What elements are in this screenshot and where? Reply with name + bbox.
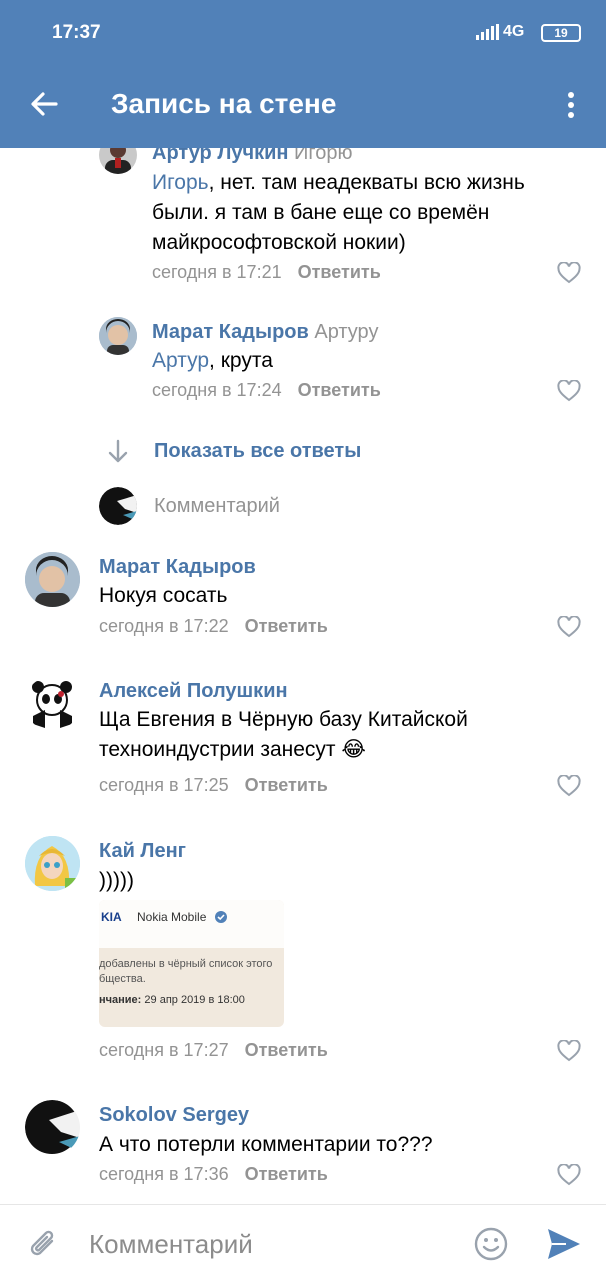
like-icon[interactable] <box>557 775 581 797</box>
status-time: 17:37 <box>52 22 101 43</box>
avatar[interactable] <box>25 1100 80 1155</box>
status-bar: 17:37 4G 19 <box>0 0 606 64</box>
attachment-line2: бщества. <box>99 973 146 985</box>
comment-time: сегодня в 17:36 <box>99 1164 229 1184</box>
emoji-icon[interactable] <box>474 1227 508 1261</box>
more-menu-icon[interactable] <box>560 90 582 120</box>
app-header: 17:37 4G 19 Запись на стене <box>0 0 606 148</box>
mention-link[interactable]: Артур <box>152 349 209 372</box>
like-icon[interactable] <box>557 1040 581 1062</box>
reply-button[interactable]: Ответить <box>245 775 328 795</box>
avatar[interactable] <box>99 148 137 174</box>
avatar[interactable] <box>25 676 80 731</box>
comment-author[interactable]: Sokolov Sergey <box>99 1104 249 1127</box>
comment-time: сегодня в 17:24 <box>152 380 282 400</box>
comment-meta: сегодня в 17:27 Ответить <box>99 1040 328 1061</box>
paperclip-icon[interactable] <box>26 1227 60 1263</box>
comment-author[interactable]: Алексей Полушкин <box>99 680 288 703</box>
reply-to-label: Артуру <box>314 321 379 343</box>
send-icon[interactable] <box>546 1227 582 1261</box>
comment-meta: сегодня в 17:21 Ответить <box>152 262 381 283</box>
back-arrow-icon[interactable] <box>28 88 60 120</box>
reply-button[interactable]: Ответить <box>245 1164 328 1184</box>
avatar[interactable] <box>25 836 80 891</box>
comment-text: Нокуя сосать <box>99 584 228 607</box>
mention-link[interactable]: Игорь <box>152 171 209 194</box>
like-icon[interactable] <box>557 616 581 638</box>
comment-input[interactable]: Комментарий <box>89 1229 253 1260</box>
attachment-until: нчание: 29 апр 2019 в 18:00 <box>99 994 245 1006</box>
show-all-replies-link[interactable]: Показать все ответы <box>154 440 361 463</box>
comment-composer: Комментарий <box>0 1204 606 1281</box>
like-icon[interactable] <box>557 262 581 284</box>
reply-button[interactable]: Ответить <box>245 616 328 636</box>
avatar[interactable] <box>25 552 80 607</box>
like-icon[interactable] <box>557 1164 581 1186</box>
network-type: 4G <box>503 23 525 40</box>
comment-author[interactable]: Артур Лучкин Игорю <box>152 148 353 165</box>
attachment-top: KIA Nokia Mobile <box>99 900 284 948</box>
reply-to-label: Игорю <box>294 148 353 164</box>
page-title: Запись на стене <box>111 88 337 119</box>
comment-text: ))))) <box>99 869 134 892</box>
comment-text: Артур, крута <box>152 349 273 372</box>
signal-icon <box>476 24 499 40</box>
reply-button[interactable]: Ответить <box>298 262 381 282</box>
reply-button[interactable]: Ответить <box>298 380 381 400</box>
comment-time: сегодня в 17:27 <box>99 1040 229 1060</box>
comment-author[interactable]: Марат Кадыров Артуру <box>152 321 378 344</box>
attachment-account: Nokia Mobile <box>137 910 207 924</box>
comment-text: Игорь, нет. там неадекваты всю жизнь был… <box>152 171 525 254</box>
comment-meta: сегодня в 17:25 Ответить <box>99 775 328 796</box>
comment-author[interactable]: Кай Ленг <box>99 840 186 863</box>
comment-time: сегодня в 17:25 <box>99 775 229 795</box>
thread-comment-input[interactable]: Комментарий <box>154 495 280 518</box>
comment-meta: сегодня в 17:24 Ответить <box>152 380 381 401</box>
comment-meta: сегодня в 17:36 Ответить <box>99 1164 328 1185</box>
comment-time: сегодня в 17:21 <box>152 262 282 282</box>
attachment-brand: KIA <box>101 910 122 924</box>
like-icon[interactable] <box>557 380 581 402</box>
arrow-down-icon <box>108 439 128 463</box>
comment-author[interactable]: Марат Кадыров <box>99 556 256 579</box>
comment-text: А что потерли комментарии то??? <box>99 1133 433 1156</box>
avatar <box>99 487 137 525</box>
comment-meta: сегодня в 17:22 Ответить <box>99 616 328 637</box>
avatar[interactable] <box>99 317 137 355</box>
battery-icon: 19 <box>541 24 581 42</box>
verified-icon <box>215 911 227 923</box>
reply-button[interactable]: Ответить <box>245 1040 328 1060</box>
photo-attachment[interactable]: KIA Nokia Mobile добавлены в чёрный спис… <box>99 900 284 1027</box>
comments-list: Артур Лучкин Игорю Игорь, нет. там неаде… <box>0 148 606 1204</box>
comment-time: сегодня в 17:22 <box>99 616 229 636</box>
comment-text: Ща Евгения в Чёрную базу Китайской техно… <box>99 708 468 761</box>
attachment-line1: добавлены в чёрный список этого <box>99 958 273 970</box>
